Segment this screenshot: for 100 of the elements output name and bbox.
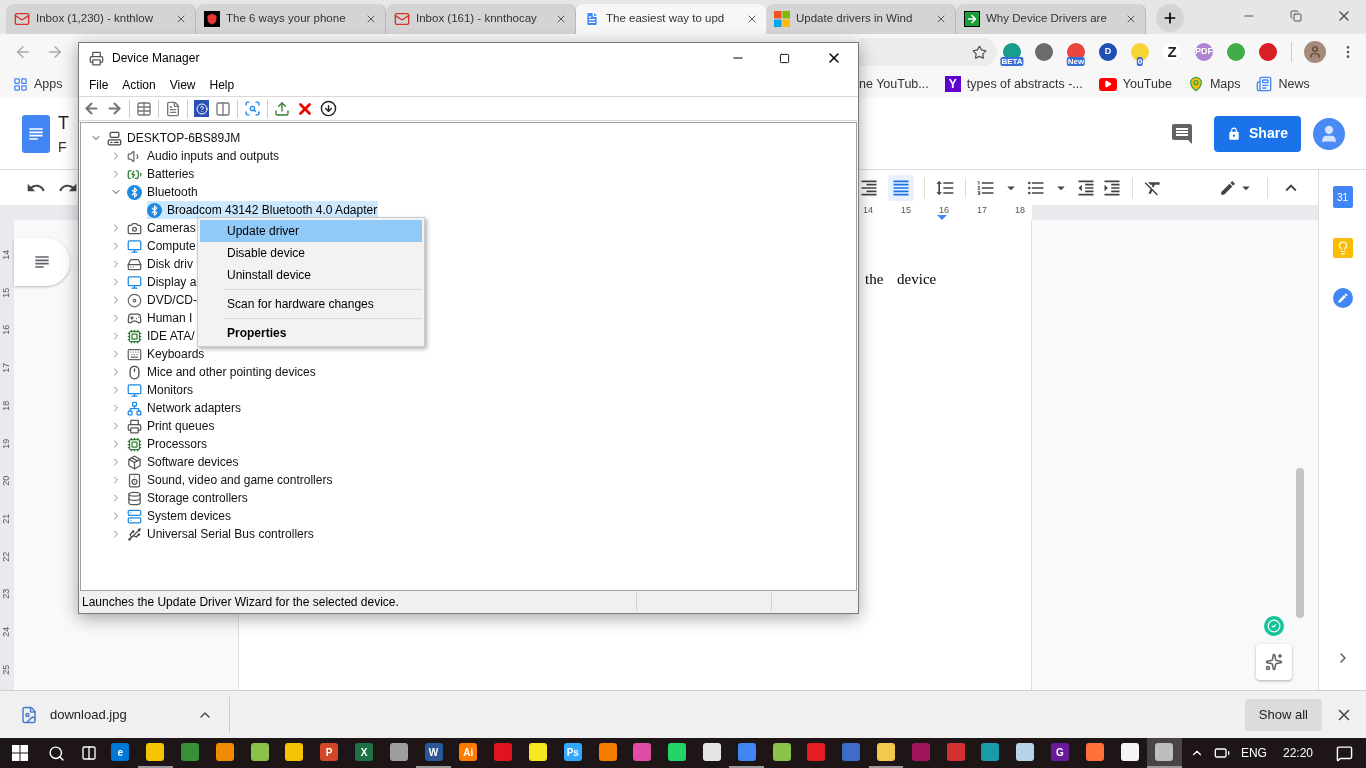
chip-icon	[127, 436, 142, 452]
explore-button[interactable]	[1256, 644, 1292, 680]
comment-icon[interactable]	[1170, 121, 1194, 146]
chip-icon	[127, 328, 142, 344]
package-icon	[127, 454, 142, 470]
app-icon: X	[354, 743, 373, 761]
extension-button[interactable]: D	[1097, 41, 1119, 63]
tree-item[interactable]: Universal Serial Bus controllers	[146, 525, 315, 543]
tree-item[interactable]: DESKTOP-6BS89JM	[126, 129, 242, 147]
tree-item[interactable]: Monitors	[146, 381, 194, 399]
bookmark-link[interactable]: ne YouTub...	[859, 74, 929, 94]
browser-tab[interactable]: The easiest way to upd	[576, 4, 766, 34]
menu-item[interactable]: F	[58, 136, 69, 158]
extension-button[interactable]: BETA	[1001, 41, 1023, 63]
extension-button[interactable]: 0	[1129, 41, 1151, 63]
maximize-icon[interactable]	[779, 52, 790, 64]
tree-item[interactable]: Compute	[146, 237, 197, 255]
envelope-icon	[14, 11, 30, 27]
share-button[interactable]: Share	[1214, 115, 1301, 152]
tree-item[interactable]: Software devices	[146, 453, 240, 471]
tree-item[interactable]: Bluetooth	[146, 183, 199, 201]
table-icon[interactable]	[136, 100, 152, 117]
star-icon[interactable]	[972, 44, 987, 60]
tree-item[interactable]: System devices	[146, 507, 233, 525]
tree-item[interactable]: Processors	[146, 435, 209, 453]
upload-icon[interactable]	[274, 100, 290, 117]
browser-tab[interactable]: Update drivers in Wind	[766, 4, 956, 34]
tab-close-icon[interactable]	[175, 13, 187, 25]
monitor-icon	[127, 238, 142, 254]
menu-item[interactable]: Properties	[200, 322, 422, 344]
tab-close-icon[interactable]	[746, 13, 758, 25]
tree-item[interactable]: Sound, video and game controllers	[146, 471, 334, 489]
columns-icon[interactable]	[215, 100, 231, 117]
menu-item[interactable]: Disable device	[200, 242, 422, 264]
tree-item[interactable]: Keyboards	[146, 345, 206, 363]
tree-item[interactable]: Storage controllers	[146, 489, 249, 507]
plus-icon	[1162, 10, 1178, 26]
new-tab-button[interactable]	[1156, 4, 1184, 32]
tree-item[interactable]: Human I	[146, 309, 194, 327]
menu-item[interactable]: Action	[116, 75, 162, 94]
tab-close-icon[interactable]	[1125, 13, 1137, 25]
taskbar-app-button[interactable]: W	[416, 738, 451, 768]
menu-item[interactable]: Uninstall device	[200, 264, 422, 286]
clock[interactable]: 22:20	[1272, 738, 1323, 768]
menu-item[interactable]: Scan for hardware changes	[200, 293, 422, 315]
tree-item[interactable]: Audio inputs and outputs	[146, 147, 281, 165]
browser-tab[interactable]: The 6 ways your phone	[196, 4, 386, 34]
gamepad-icon	[127, 310, 142, 326]
bookmark-link[interactable]: Y types of abstracts -...	[944, 74, 1083, 94]
bookmark-link[interactable]: News	[1256, 74, 1310, 94]
play-icon	[1098, 77, 1117, 91]
help-icon[interactable]	[194, 100, 209, 117]
document-title[interactable]: T	[58, 109, 69, 137]
menu-item[interactable]: File	[83, 75, 115, 94]
restore-icon[interactable]	[1290, 10, 1302, 22]
document-icon[interactable]	[165, 100, 181, 117]
usb-icon	[127, 526, 142, 542]
tab-close-icon[interactable]	[365, 13, 377, 25]
bookmark-link[interactable]: Maps	[1187, 74, 1241, 94]
tree-item[interactable]: Print queues	[146, 417, 216, 435]
outline-button[interactable]	[14, 238, 70, 286]
taskbar-app-button[interactable]: G	[1042, 738, 1078, 768]
menu-item[interactable]: Help	[203, 75, 241, 94]
extension-button[interactable]: New	[1065, 41, 1087, 63]
tree-item[interactable]: Network adapters	[146, 399, 243, 417]
download-item[interactable]: download.jpg	[0, 696, 230, 733]
taskbar-app-button[interactable]	[1146, 738, 1182, 768]
tree-item[interactable]: Mice and other pointing devices	[146, 363, 317, 381]
tab-close-icon[interactable]	[555, 13, 567, 25]
justify-button[interactable]	[888, 174, 914, 201]
language-indicator[interactable]: ENG	[1234, 738, 1273, 768]
tree-item[interactable]: Batteries	[146, 165, 196, 183]
taskbar-app-button[interactable]: e	[103, 738, 138, 768]
bookmark-link[interactable]: Apps	[13, 74, 63, 94]
menu-item[interactable]: Update driver	[200, 220, 422, 242]
taskbar-app-button[interactable]: P	[311, 738, 347, 768]
tree-item[interactable]: Cameras	[146, 219, 197, 237]
menu-item[interactable]: View	[163, 75, 202, 94]
bookmark-link[interactable]: YouTube	[1098, 74, 1172, 94]
browser-tab[interactable]: Inbox (161) - knnthocay	[386, 4, 576, 34]
database-icon	[127, 490, 142, 506]
avatar[interactable]	[1304, 41, 1326, 63]
tree-item[interactable]: IDE ATA/	[146, 327, 196, 345]
tree-item[interactable]: Display a	[146, 273, 198, 291]
forward-arrow-icon[interactable]	[106, 100, 123, 117]
browser-tab[interactable]: Inbox (1,230) - knthlow	[6, 4, 196, 34]
scrollbar-thumb[interactable]	[1296, 468, 1304, 618]
taskbar-app-button[interactable]: X	[346, 738, 382, 768]
scan-icon[interactable]	[244, 100, 261, 117]
calendar-icon[interactable]: 31	[1332, 186, 1353, 208]
browser-tab[interactable]: Why Device Drivers are	[956, 4, 1146, 34]
tab-close-icon[interactable]	[935, 13, 947, 25]
tree-item[interactable]: DVD/CD-	[146, 291, 198, 309]
ruler-number: 14	[0, 249, 13, 260]
tree-item[interactable]: Disk driv	[146, 255, 194, 273]
extension-button[interactable]: Z	[1161, 41, 1183, 63]
pencil-icon[interactable]	[1219, 178, 1237, 197]
show-all-button[interactable]: Show all	[1244, 698, 1322, 731]
ruler-number: 15	[0, 287, 13, 298]
avatar[interactable]	[1313, 117, 1345, 150]
